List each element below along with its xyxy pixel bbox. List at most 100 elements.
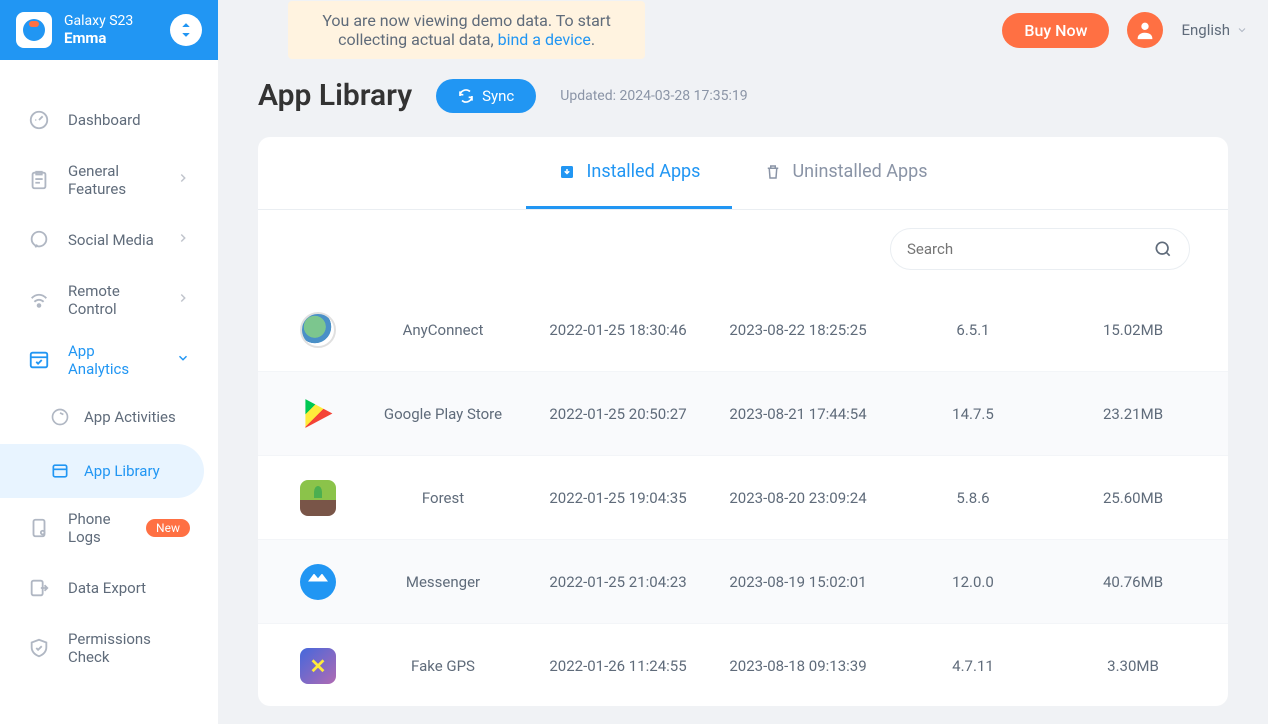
- app-icon: [300, 564, 336, 600]
- sidebar: Galaxy S23 Emma Dashboard General Featur…: [0, 0, 218, 724]
- sidebar-item-label: Permissions Check: [68, 630, 190, 666]
- app-icon-cell: [278, 396, 358, 432]
- sidebar-item-data-export[interactable]: Data Export: [0, 558, 218, 618]
- chevron-down-icon: [176, 351, 190, 369]
- sidebar-item-social-media[interactable]: Social Media: [0, 210, 218, 270]
- export-icon: [28, 577, 50, 599]
- table-row[interactable]: Messenger 2022-01-25 21:04:23 2023-08-19…: [258, 540, 1228, 624]
- tabs: Installed Apps Uninstalled Apps: [258, 137, 1228, 210]
- sidebar-item-app-analytics[interactable]: App Analytics: [0, 330, 218, 390]
- user-avatar[interactable]: [1127, 12, 1163, 48]
- search-row: [258, 210, 1228, 288]
- sidebar-subitem-app-activities[interactable]: App Activities: [0, 390, 218, 444]
- sidebar-item-permissions-check[interactable]: Permissions Check: [0, 618, 218, 678]
- bind-device-link[interactable]: bind a device: [498, 30, 591, 49]
- updated-timestamp: Updated: 2024-03-28 17:35:19: [560, 88, 747, 104]
- content: App Library Sync Updated: 2024-03-28 17:…: [218, 60, 1268, 724]
- new-badge: New: [146, 519, 190, 537]
- language-label: English: [1181, 21, 1230, 39]
- install-date-cell: 2022-01-25 18:30:46: [528, 321, 708, 339]
- app-icon-cell: [278, 480, 358, 516]
- app-name-cell: AnyConnect: [358, 321, 528, 339]
- chat-icon: [28, 229, 50, 251]
- app-table[interactable]: AnyConnect 2022-01-25 18:30:46 2023-08-2…: [258, 288, 1228, 706]
- table-row[interactable]: Google Play Store 2022-01-25 20:50:27 20…: [258, 372, 1228, 456]
- version-cell: 5.8.6: [888, 489, 1058, 507]
- update-date-cell: 2023-08-18 09:13:39: [708, 657, 888, 675]
- dashboard-icon: [28, 109, 50, 131]
- sidebar-item-label: Dashboard: [68, 111, 190, 129]
- install-date-cell: 2022-01-25 21:04:23: [528, 573, 708, 591]
- app-icon: [300, 648, 336, 684]
- tab-label: Installed Apps: [586, 161, 700, 182]
- table-row[interactable]: Forest 2022-01-25 19:04:35 2023-08-20 23…: [258, 456, 1228, 540]
- install-date-cell: 2022-01-25 19:04:35: [528, 489, 708, 507]
- sidebar-item-label: Data Export: [68, 579, 190, 597]
- update-date-cell: 2023-08-21 17:44:54: [708, 405, 888, 423]
- table-row[interactable]: Fake GPS 2022-01-26 11:24:55 2023-08-18 …: [258, 624, 1228, 706]
- app-icon-cell: [278, 648, 358, 684]
- activity-icon: [50, 407, 70, 427]
- app-name-cell: Forest: [358, 489, 528, 507]
- search-input[interactable]: [907, 240, 1143, 258]
- phone-log-icon: [28, 517, 50, 539]
- user-icon: [1134, 19, 1156, 41]
- swap-icon: [177, 21, 195, 39]
- main-area: You are now viewing demo data. To start …: [218, 0, 1268, 724]
- demo-text-end: .: [591, 30, 595, 49]
- version-cell: 14.7.5: [888, 405, 1058, 423]
- chevron-right-icon: [176, 291, 190, 309]
- chevron-right-icon: [176, 171, 190, 189]
- sidebar-item-general-features[interactable]: General Features: [0, 150, 218, 210]
- chevron-right-icon: [176, 231, 190, 249]
- update-date-cell: 2023-08-22 18:25:25: [708, 321, 888, 339]
- tab-installed-apps[interactable]: Installed Apps: [526, 137, 732, 209]
- download-icon: [558, 163, 576, 181]
- page-title: App Library: [258, 78, 412, 113]
- sync-icon: [458, 88, 474, 104]
- swap-device-button[interactable]: [170, 14, 202, 46]
- sidebar-subitem-label: App Activities: [84, 408, 176, 426]
- app-icon-cell: [278, 312, 358, 348]
- sidebar-item-remote-control[interactable]: Remote Control: [0, 270, 218, 330]
- tab-uninstalled-apps[interactable]: Uninstalled Apps: [732, 137, 959, 209]
- device-info: Galaxy S23 Emma: [64, 13, 158, 47]
- app-logo[interactable]: [16, 12, 52, 48]
- search-icon: [1153, 239, 1173, 259]
- size-cell: 40.76MB: [1058, 573, 1208, 591]
- chevron-down-icon: [1236, 24, 1248, 36]
- language-selector[interactable]: English: [1181, 21, 1248, 39]
- size-cell: 25.60MB: [1058, 489, 1208, 507]
- search-box: [890, 228, 1190, 270]
- trash-icon: [764, 163, 782, 181]
- table-row[interactable]: AnyConnect 2022-01-25 18:30:46 2023-08-2…: [258, 288, 1228, 372]
- app-icon-cell: [278, 564, 358, 600]
- sidebar-item-label: Social Media: [68, 231, 158, 249]
- sidebar-item-dashboard[interactable]: Dashboard: [0, 90, 218, 150]
- version-cell: 6.5.1: [888, 321, 1058, 339]
- update-date-cell: 2023-08-19 15:02:01: [708, 573, 888, 591]
- sidebar-subitem-app-library[interactable]: App Library: [0, 444, 204, 498]
- clipboard-icon: [28, 169, 50, 191]
- sidebar-item-label: General Features: [68, 162, 158, 198]
- size-cell: 3.30MB: [1058, 657, 1208, 675]
- app-icon: [300, 480, 336, 516]
- shield-icon: [28, 637, 50, 659]
- sidebar-item-label: Remote Control: [68, 282, 158, 318]
- sidebar-item-phone-logs[interactable]: Phone Logs New: [0, 498, 218, 558]
- buy-now-button[interactable]: Buy Now: [1002, 13, 1109, 48]
- install-date-cell: 2022-01-25 20:50:27: [528, 405, 708, 423]
- topbar: You are now viewing demo data. To start …: [218, 0, 1268, 60]
- apps-icon: [28, 349, 50, 371]
- sync-button[interactable]: Sync: [436, 79, 536, 113]
- size-cell: 15.02MB: [1058, 321, 1208, 339]
- sidebar-item-label: App Analytics: [68, 342, 158, 378]
- app-icon: [300, 396, 336, 432]
- page-header: App Library Sync Updated: 2024-03-28 17:…: [258, 78, 1228, 113]
- sidebar-item-label: Phone Logs: [68, 510, 128, 546]
- wifi-icon: [28, 289, 50, 311]
- app-icon: [300, 312, 336, 348]
- app-name-cell: Messenger: [358, 573, 528, 591]
- demo-banner: You are now viewing demo data. To start …: [288, 1, 645, 59]
- app-library-card: Installed Apps Uninstalled Apps AnyConne…: [258, 137, 1228, 706]
